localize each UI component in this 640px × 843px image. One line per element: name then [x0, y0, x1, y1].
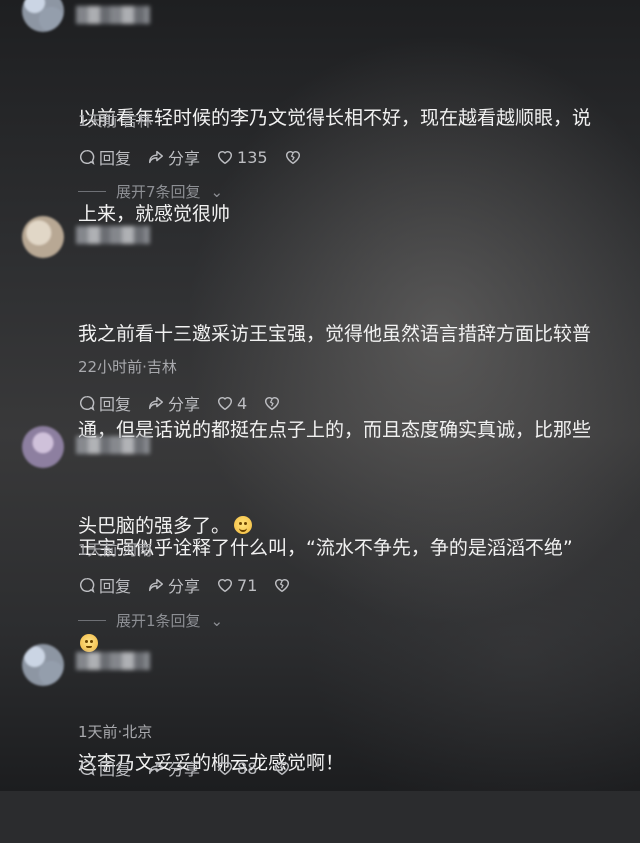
chevron-down-icon: ⌄ — [210, 182, 224, 201]
share-label: 分享 — [168, 760, 201, 779]
like-count: 4 — [237, 393, 248, 413]
divider-line — [78, 620, 106, 621]
broken-heart-icon — [265, 397, 280, 411]
expand-replies[interactable]: 展开1条回复 ⌄ — [78, 610, 223, 631]
heart-icon — [218, 579, 233, 593]
share-icon — [148, 578, 164, 592]
share-button[interactable]: 分享 — [147, 756, 200, 780]
reply-button[interactable]: 回复 — [78, 573, 131, 597]
comment-text-line: 我之前看十三邀采访王宝强，觉得他虽然语言措辞方面比较普 — [78, 323, 592, 345]
reply-icon — [80, 577, 95, 594]
comment-actions: 回复 分享 4 — [78, 391, 281, 415]
reply-icon — [80, 149, 95, 166]
reply-icon — [80, 395, 95, 412]
avatar[interactable] — [22, 644, 64, 686]
avatar[interactable] — [22, 426, 64, 468]
comment-text-line: 通，但是话说的都挺在点子上的，而且态度确实真诚，比那些 — [78, 419, 592, 441]
heart-icon — [218, 397, 233, 411]
avatar[interactable] — [22, 216, 64, 258]
chevron-down-icon: ⌄ — [210, 611, 224, 630]
reply-label: 回复 — [99, 149, 132, 168]
comment-meta: 22小时前·吉林 — [78, 358, 177, 376]
share-button[interactable]: 分享 — [147, 573, 200, 597]
heart-icon — [218, 151, 233, 165]
like-button[interactable]: 135 — [216, 148, 268, 167]
comment-actions: 回复 分享 71 — [78, 573, 291, 597]
like-button[interactable]: 4 — [216, 394, 247, 413]
dislike-button[interactable] — [273, 759, 291, 777]
heart-icon — [218, 762, 233, 776]
thinking-emoji-icon — [80, 634, 98, 652]
reply-label: 回复 — [99, 760, 132, 779]
username-blurred[interactable] — [76, 652, 150, 670]
broken-heart-icon — [285, 151, 300, 165]
comment-actions: 回复 分享 88 — [78, 756, 291, 780]
username-blurred[interactable] — [76, 6, 150, 24]
dislike-button[interactable] — [284, 148, 302, 166]
like-button[interactable]: 88 — [216, 759, 257, 778]
share-label: 分享 — [168, 149, 201, 168]
username-blurred[interactable] — [76, 436, 150, 454]
reply-button[interactable]: 回复 — [78, 756, 131, 780]
reply-button[interactable]: 回复 — [78, 145, 131, 169]
dislike-button[interactable] — [263, 394, 281, 412]
expand-replies[interactable]: 展开7条回复 ⌄ — [78, 181, 223, 202]
expand-replies-label: 展开1条回复 — [116, 612, 201, 630]
reply-label: 回复 — [99, 577, 132, 596]
share-icon — [148, 396, 164, 410]
comment-actions: 回复 分享 135 — [78, 145, 302, 169]
dislike-button[interactable] — [273, 576, 291, 594]
broken-heart-icon — [275, 762, 290, 776]
comment-text-line: 上来，就感觉很帅 — [78, 203, 231, 225]
like-count: 71 — [237, 575, 258, 595]
broken-heart-icon — [275, 579, 290, 593]
comment-meta: 1天前·北京 — [78, 723, 153, 741]
reply-button[interactable]: 回复 — [78, 391, 131, 415]
share-icon — [148, 761, 164, 775]
comment-meta: 1天前·吉林 — [78, 112, 153, 130]
reply-icon — [80, 760, 95, 777]
like-button[interactable]: 71 — [216, 576, 257, 595]
share-button[interactable]: 分享 — [147, 391, 200, 415]
reply-label: 回复 — [99, 395, 132, 414]
like-count: 88 — [237, 758, 258, 778]
comment-text-line: 以前看年轻时候的李乃文觉得长相不好，现在越看越顺眼，说 — [78, 107, 592, 129]
share-label: 分享 — [168, 395, 201, 414]
share-icon — [148, 150, 164, 164]
like-count: 135 — [237, 147, 268, 167]
share-button[interactable]: 分享 — [147, 145, 200, 169]
divider-line — [78, 191, 106, 192]
username-blurred[interactable] — [76, 226, 150, 244]
comment-text-line: 王宝强似乎诠释了什么叫，“流水不争先，争的是滔滔不绝” — [78, 537, 573, 559]
comment-meta: 1天前·河南 — [78, 541, 153, 559]
share-label: 分享 — [168, 577, 201, 596]
expand-replies-label: 展开7条回复 — [116, 183, 201, 201]
